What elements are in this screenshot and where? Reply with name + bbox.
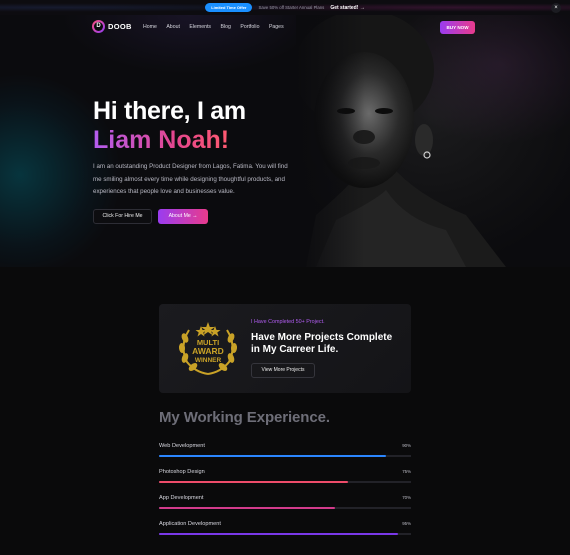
skill-progress-track <box>159 507 411 509</box>
hero-title: Hi there, I am <box>93 97 246 125</box>
close-icon[interactable]: × <box>551 3 561 13</box>
skill-name: App Development <box>159 495 204 501</box>
promo-text: Save 50% off Starter Annual Plans <box>258 5 325 10</box>
skill-progress-track <box>159 533 411 535</box>
hero-description: I am an outstanding Product Designer fro… <box>93 163 288 196</box>
skill-progress-fill <box>159 507 336 509</box>
skill-percent: 75% <box>402 469 411 474</box>
hero-section <box>0 15 570 267</box>
skill-percent: 70% <box>402 495 411 500</box>
projects-card: MULTI AWARD WINNER I Have Completed 50+ … <box>159 304 411 393</box>
main-nav: Home About Elements Blog Portfolio Pages <box>143 24 284 30</box>
award-text-line-3: WINNER <box>195 357 222 364</box>
award-text-line-2: AWARD <box>192 346 224 356</box>
skill-progress-track <box>159 455 411 457</box>
skill-progress-fill <box>159 455 386 457</box>
hero-name: Liam Noah! <box>93 126 230 154</box>
nav-item-about[interactable]: About <box>166 24 180 30</box>
buy-now-button[interactable]: BUY NOW <box>440 21 475 34</box>
award-badge-icon: MULTI AWARD WINNER <box>178 322 238 375</box>
logo-text: DOOB <box>108 22 132 31</box>
skill-percent: 95% <box>402 521 411 526</box>
nav-item-home[interactable]: Home <box>143 24 157 30</box>
logo-icon <box>92 20 105 33</box>
skill-progress-fill <box>159 481 348 483</box>
promo-badge: Limited Time Offer <box>205 3 253 12</box>
about-me-button[interactable]: About Me → <box>158 209 208 224</box>
skill-progress-fill <box>159 533 399 535</box>
skill-name: Photoshop Design <box>159 469 205 475</box>
hero-portrait-image <box>296 15 570 267</box>
hire-me-button[interactable]: Click For Hire Me <box>93 209 152 224</box>
skill-percent: 90% <box>402 443 411 448</box>
logo[interactable]: DOOB <box>92 20 132 33</box>
site-header: DOOB Home About Elements Blog Portfolio … <box>0 15 570 40</box>
projects-title: Have More Projects Complete in My Carree… <box>251 332 393 355</box>
nav-item-blog[interactable]: Blog <box>221 24 231 30</box>
nav-item-portfolio[interactable]: Portfolio <box>240 24 259 30</box>
promo-bar: Limited Time Offer Save 50% off Starter … <box>0 0 570 15</box>
skill-name: Application Development <box>159 521 221 527</box>
skill-name: Web Development <box>159 443 205 449</box>
nav-item-pages[interactable]: Pages <box>269 24 284 30</box>
view-more-projects-button[interactable]: View More Projects <box>251 363 315 378</box>
projects-tag: I Have Completed 50+ Project. <box>251 319 325 325</box>
skill-progress-track <box>159 481 411 483</box>
promo-get-started-link[interactable]: Get started! → <box>330 5 364 11</box>
experience-title: My Working Experience. <box>159 409 330 426</box>
nav-item-elements[interactable]: Elements <box>189 24 211 30</box>
